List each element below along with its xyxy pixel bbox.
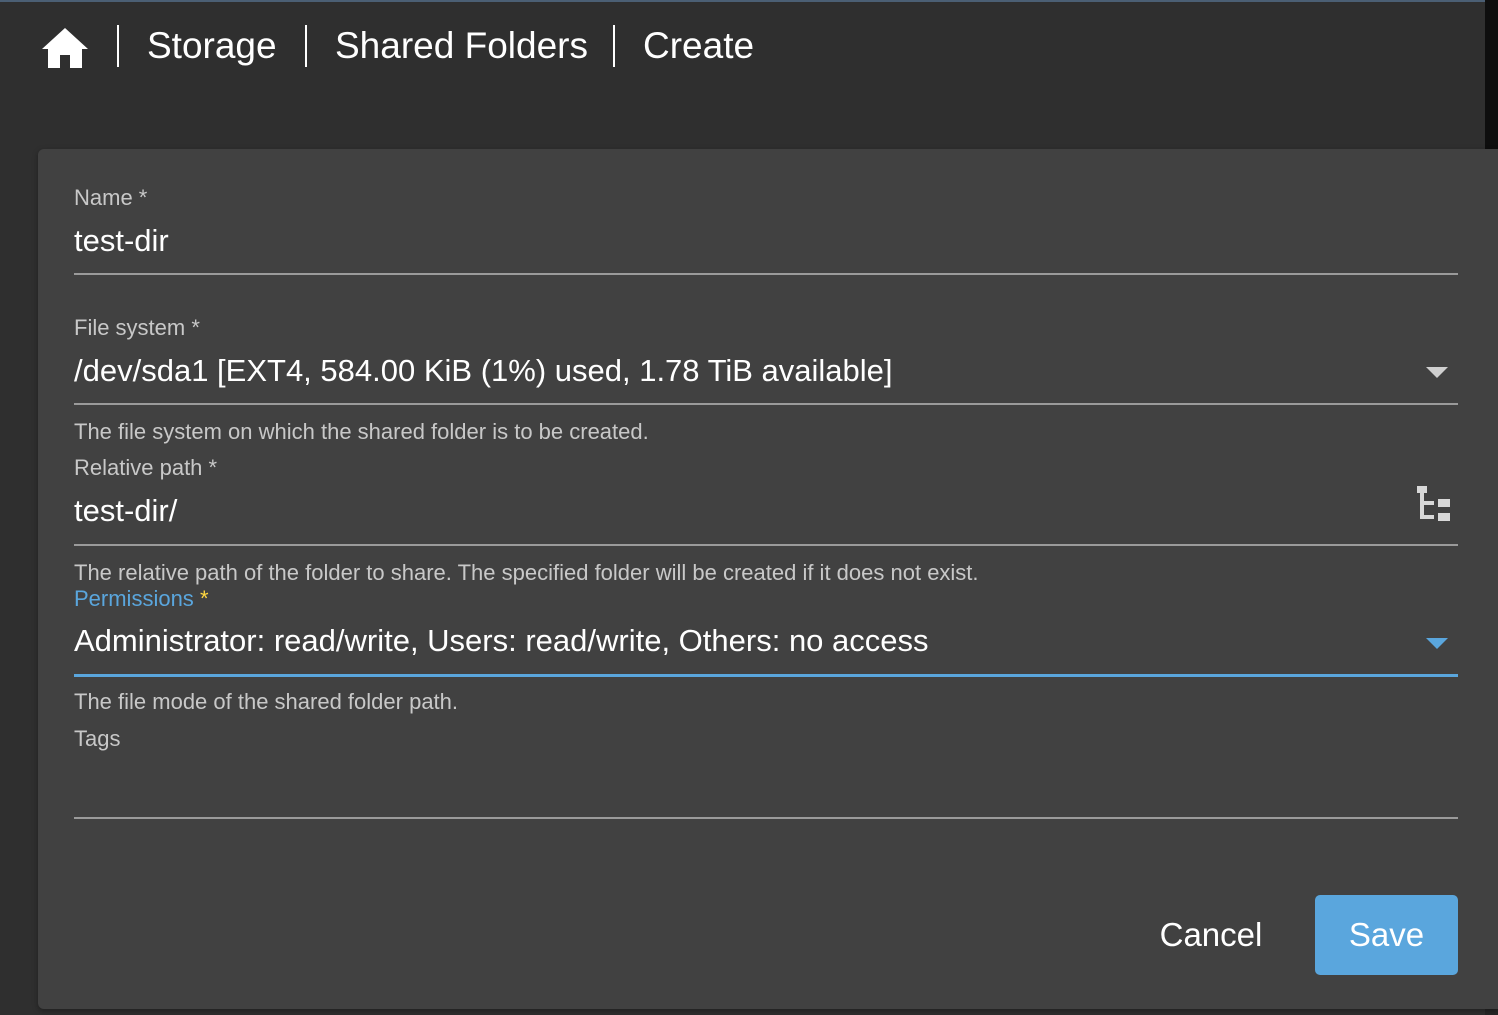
relative-path-input[interactable]: test-dir/ xyxy=(74,493,177,529)
name-underline xyxy=(74,273,1458,275)
breadcrumb-separator xyxy=(613,25,615,67)
permissions-label: Permissions * xyxy=(74,586,209,612)
folder-tree-icon[interactable] xyxy=(1416,485,1452,523)
relative-path-label: Relative path * xyxy=(74,455,218,480)
name-input[interactable]: test-dir xyxy=(74,223,169,259)
required-mark: * xyxy=(199,586,209,611)
permissions-label-text: Permissions xyxy=(74,586,194,611)
file-system-underline xyxy=(74,403,1458,405)
breadcrumb-separator xyxy=(305,25,307,67)
relative-path-underline xyxy=(74,544,1458,546)
name-label: Name * xyxy=(74,185,148,210)
relative-path-hint: The relative path of the folder to share… xyxy=(74,560,979,585)
breadcrumb-separator xyxy=(117,25,119,67)
save-button[interactable]: Save xyxy=(1315,895,1458,975)
tags-underline xyxy=(74,817,1458,819)
tags-input[interactable] xyxy=(74,763,1458,803)
breadcrumb: Storage Shared Folders Create xyxy=(0,0,1485,92)
breadcrumb-create: Create xyxy=(643,25,755,66)
permissions-select[interactable]: Administrator: read/write, Users: read/w… xyxy=(74,623,929,659)
file-system-label: File system * xyxy=(74,315,200,340)
chevron-down-icon[interactable] xyxy=(1426,638,1448,649)
chevron-down-icon[interactable] xyxy=(1426,367,1448,378)
breadcrumb-storage[interactable]: Storage xyxy=(147,22,277,70)
form-card: Name * test-dir File system * /dev/sda1 … xyxy=(38,149,1498,1009)
tags-label: Tags xyxy=(74,726,121,751)
file-system-select[interactable]: /dev/sda1 [EXT4, 584.00 KiB (1%) used, 1… xyxy=(74,353,893,389)
permissions-underline xyxy=(74,674,1458,677)
permissions-hint: The file mode of the shared folder path. xyxy=(74,689,459,714)
file-system-hint: The file system on which the shared fold… xyxy=(74,419,649,444)
cancel-button[interactable]: Cancel xyxy=(1136,895,1286,975)
home-icon[interactable] xyxy=(40,26,90,70)
breadcrumb-shared-folders[interactable]: Shared Folders xyxy=(335,22,588,70)
